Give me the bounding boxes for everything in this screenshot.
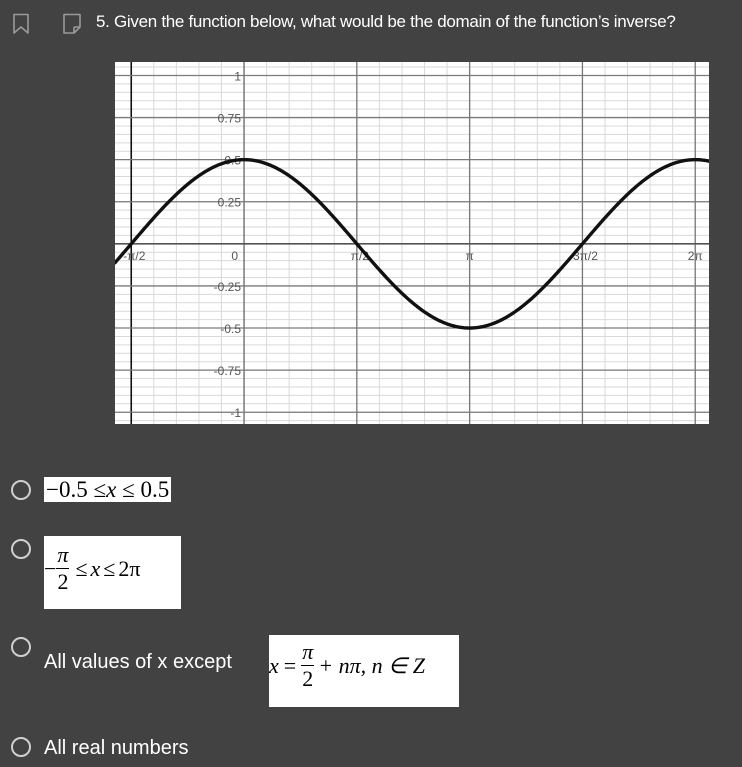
x-tick-label: 2π — [688, 249, 703, 263]
option-d-radio[interactable] — [11, 737, 31, 757]
bookmark-icon[interactable] — [11, 13, 31, 35]
math-var: x — [90, 555, 101, 581]
math-fraction: π 2 — [56, 542, 70, 594]
math-fraction: π 2 — [301, 639, 315, 691]
math-lhs: −0.5 — [46, 477, 88, 502]
y-tick-label: -0.5 — [220, 322, 241, 336]
note-icon[interactable] — [61, 13, 83, 35]
y-tick-label: -0.25 — [214, 280, 242, 294]
y-tick-label: -0.75 — [214, 364, 242, 378]
y-tick-label: -1 — [230, 406, 241, 420]
question-text: 5. Given the function below, what would … — [96, 12, 676, 31]
math-le: ≤ — [93, 477, 107, 502]
graph-svg: 10.750.50.25-0.25-0.5-0.75-10-π/2 π/2 π 3π/… — [113, 62, 711, 424]
x-tick-label: 0 — [231, 249, 238, 263]
option-b-math[interactable]: − π 2 ≤ x ≤ 2π — [44, 536, 181, 609]
option-a-math[interactable]: −0.5 ≤x ≤ 0.5 — [44, 477, 172, 502]
option-c-label[interactable]: All values of x except — [44, 651, 232, 674]
math-rhs: 0.5 — [140, 477, 170, 502]
math-var: x — [269, 652, 279, 678]
y-tick-label: 0.75 — [218, 112, 242, 126]
function-graph: 1 0.75 0.5 0.25 -0.25 -0.5 -0.75 -1 0 -π/2 π/2 π 3π/… — [113, 62, 711, 424]
y-tick-label: 1 — [234, 69, 241, 83]
y-tick-label: 0.25 — [218, 196, 242, 210]
x-tick-label: π — [465, 249, 473, 263]
option-a-radio[interactable] — [11, 480, 31, 500]
math-eq: = — [283, 652, 297, 678]
math-var: x — [106, 477, 117, 502]
math-le: ≤ — [103, 555, 116, 581]
option-c-math[interactable]: x = π 2 + nπ, n ∈ Z — [269, 635, 459, 707]
math-le: ≤ — [75, 555, 88, 581]
math-rest: + nπ, n ∈ Z — [318, 652, 425, 678]
option-c-radio[interactable] — [11, 637, 31, 657]
option-d-label[interactable]: All real numbers — [44, 737, 189, 760]
option-b-radio[interactable] — [11, 539, 31, 559]
math-rhs: 2π — [118, 555, 141, 581]
math-le: ≤ — [122, 477, 135, 502]
math-minus: − — [44, 555, 57, 581]
